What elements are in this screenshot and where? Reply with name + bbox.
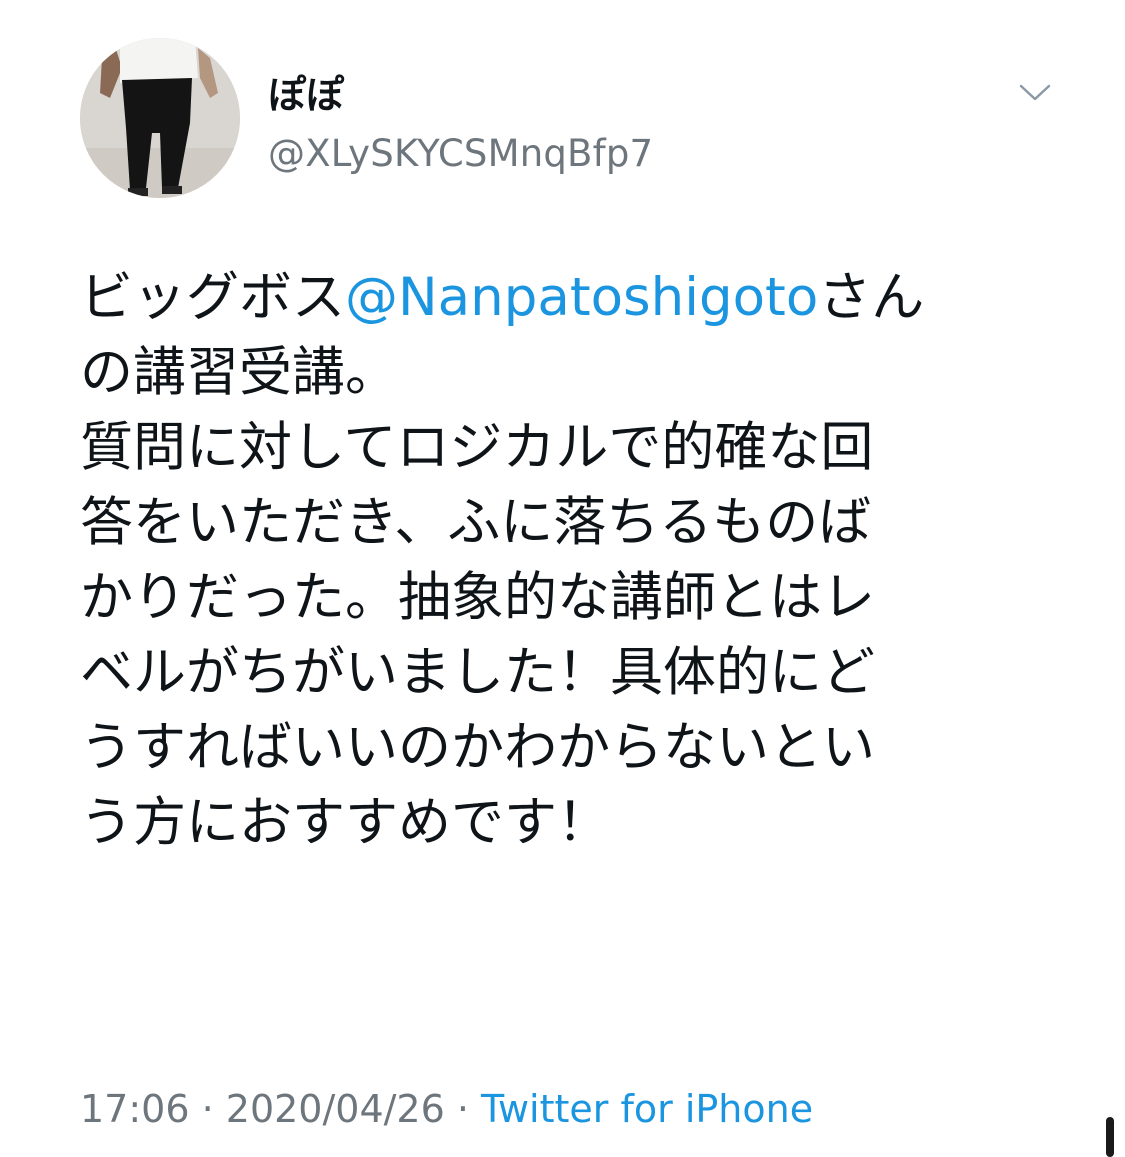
tweet-line: うすればいいのかわからないとい bbox=[80, 717, 875, 778]
tweet-line: ビッグボス@Nanpatoshigotoさん bbox=[80, 260, 1060, 335]
tweet-line: かりだった。抽象的な講師とはレ bbox=[80, 567, 875, 628]
tweet-line: 質問に対してロジカルで的確な回 bbox=[80, 417, 874, 478]
tweet-line: 答をいただき、ふに落ちるものば bbox=[80, 492, 872, 553]
tweet-text-segment: さん bbox=[818, 267, 925, 328]
tweet-line: う方におすすめです！ bbox=[80, 792, 610, 853]
tweet-line: の講習受講。 bbox=[80, 342, 398, 403]
author-display-name[interactable]: ぽぽ bbox=[268, 72, 344, 118]
tweet-line: ベルがちがいました！具体的にど bbox=[80, 642, 875, 703]
user-avatar[interactable] bbox=[80, 38, 240, 198]
tweet-text-segment: ビッグボス bbox=[80, 267, 345, 328]
tweet-date[interactable]: 2020/04/26 bbox=[226, 1087, 445, 1131]
tweet-meta: 17:06 · 2020/04/26 · Twitter for iPhone bbox=[80, 1084, 813, 1134]
scroll-indicator[interactable] bbox=[1106, 1117, 1114, 1157]
mention-link[interactable]: @Nanpatoshigoto bbox=[345, 267, 818, 328]
avatar-photo bbox=[80, 38, 240, 198]
author-handle[interactable]: @XLySKYCSMnqBfp7 bbox=[268, 131, 653, 177]
tweet-time[interactable]: 17:06 bbox=[80, 1087, 190, 1131]
meta-separator: · bbox=[189, 1087, 226, 1131]
tweet-source-link[interactable]: Twitter for iPhone bbox=[481, 1087, 813, 1131]
meta-separator: · bbox=[444, 1087, 482, 1131]
tweet-text: ビッグボス@Nanpatoshigotoさん の講習受講。 質問に対してロジカル… bbox=[80, 260, 1060, 860]
chevron-down-icon[interactable] bbox=[1015, 72, 1055, 112]
